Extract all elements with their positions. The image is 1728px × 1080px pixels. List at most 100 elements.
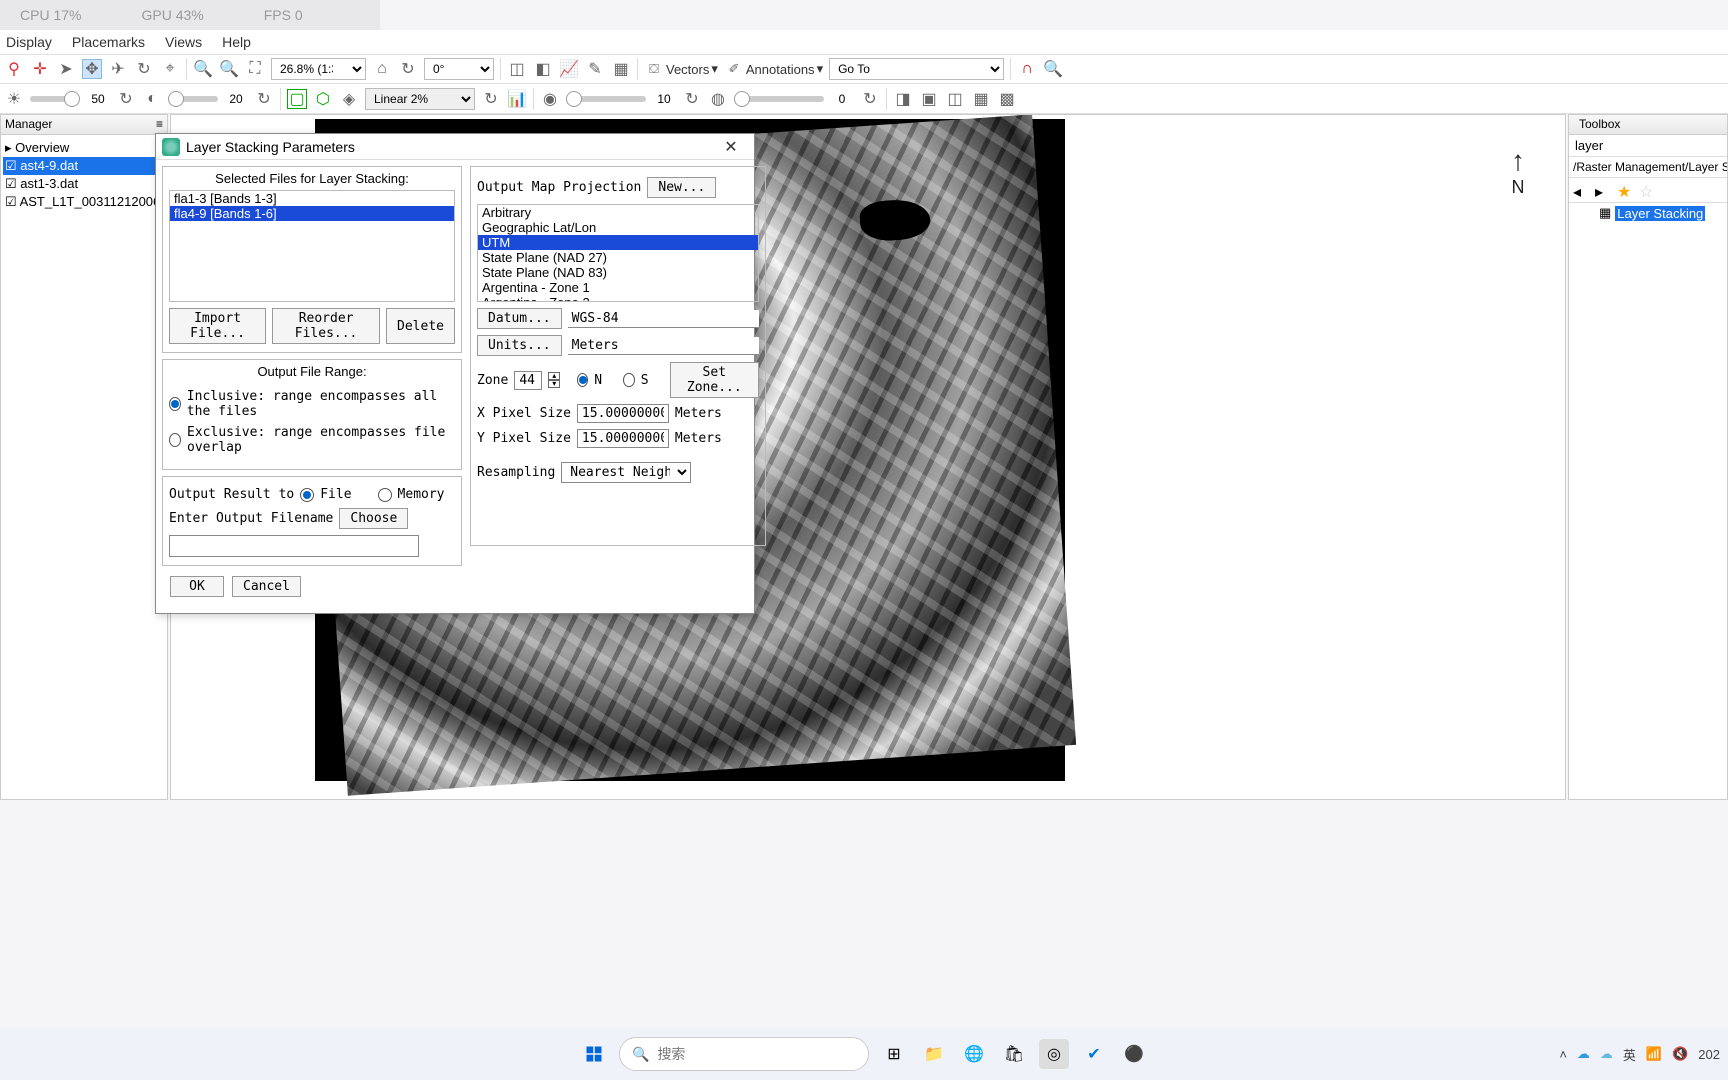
zoom-combo[interactable]: 26.8% (1:3.7… [271, 58, 366, 80]
ime-indicator[interactable]: 英 [1623, 1045, 1636, 1064]
pan-icon[interactable]: ✥ [82, 59, 102, 79]
fly-icon[interactable]: ✈ [108, 59, 128, 79]
search-icon[interactable]: 🔍 [1043, 59, 1063, 79]
south-radio[interactable] [623, 373, 634, 387]
units-button[interactable]: Units... [477, 335, 562, 356]
list-item[interactable]: Geographic Lat/Lon [478, 220, 758, 235]
new-projection-button[interactable]: New... [647, 177, 716, 198]
reset-icon-3[interactable]: ↻ [682, 89, 702, 109]
zoom-fit-icon[interactable]: ⛶ [245, 59, 265, 79]
dialog-titlebar[interactable]: Layer Stacking Parameters ✕ [156, 134, 754, 160]
tray-chevron-icon[interactable]: ˄ [1559, 1047, 1567, 1062]
onedrive-icon[interactable]: ☁ [1577, 1046, 1590, 1062]
list-item[interactable]: Argentina - Zone 1 [478, 280, 758, 295]
panel-menu-icon[interactable]: ≡ [156, 117, 163, 132]
view-icon-5[interactable]: ▩ [997, 89, 1017, 109]
zoom-out-icon[interactable]: 🔍 [219, 59, 239, 79]
explorer-icon[interactable]: 📁 [919, 1039, 949, 1069]
inclusive-radio[interactable] [169, 397, 181, 411]
home-icon[interactable]: ⌂ [372, 59, 392, 79]
list-item[interactable]: State Plane (NAD 27) [478, 250, 758, 265]
brightness-slider[interactable] [30, 96, 80, 102]
refresh-stretch-icon[interactable]: ↻ [481, 89, 501, 109]
zoom-select-icon[interactable]: ⌖ [160, 59, 180, 79]
x-pixel-input[interactable] [577, 404, 669, 423]
forward-icon[interactable]: ▸ [1595, 182, 1611, 198]
menu-display[interactable]: Display [6, 34, 52, 50]
roi-hex-icon[interactable]: ⬡ [313, 89, 333, 109]
reset-icon-2[interactable]: ↻ [254, 89, 274, 109]
toolbox-search-input[interactable] [1569, 135, 1727, 157]
datum-button[interactable]: Datum... [477, 308, 562, 329]
set-zone-button[interactable]: Set Zone... [670, 362, 759, 398]
task-view-icon[interactable]: ⊞ [879, 1039, 909, 1069]
annotations-dropdown[interactable]: ✐Annotations▾ [724, 59, 823, 79]
layer-tree[interactable]: ▸ Overview ☑ ast4-9.dat ☑ ast1-3.dat ☑ A… [1, 135, 167, 215]
menu-placemarks[interactable]: Placemarks [72, 34, 145, 50]
tree-item[interactable]: ☑ AST_L1T_0031121200605160 [3, 193, 165, 211]
contrast-slider[interactable] [168, 96, 218, 102]
selected-files-listbox[interactable]: fla1-3 [Bands 1-3] fla4-9 [Bands 1-6] [169, 190, 455, 302]
edge-icon[interactable]: 🌐 [959, 1039, 989, 1069]
tool-icon-2[interactable]: ◧ [533, 59, 553, 79]
obs-icon[interactable]: ⚫ [1119, 1039, 1149, 1069]
zone-input[interactable] [514, 371, 542, 390]
memory-radio[interactable] [378, 488, 392, 502]
roi-icon[interactable]: ▢ [287, 89, 307, 109]
y-pixel-input[interactable] [577, 429, 669, 448]
pin-icon[interactable]: ⚲ [4, 59, 24, 79]
view-icon-3[interactable]: ◫ [945, 89, 965, 109]
store-icon[interactable]: 🛍 [999, 1039, 1029, 1069]
view-icon-1[interactable]: ◨ [893, 89, 913, 109]
histogram-icon[interactable]: 📊 [507, 89, 527, 109]
resampling-select[interactable]: Nearest Neighbor [561, 462, 691, 483]
tree-item-selected[interactable]: ☑ ast4-9.dat [3, 157, 165, 175]
import-file-button[interactable]: Import File... [169, 308, 266, 344]
list-item[interactable]: Argentina - Zone 2 [478, 295, 758, 302]
view-icon-4[interactable]: ▦ [971, 89, 991, 109]
projection-listbox[interactable]: Arbitrary Geographic Lat/Lon UTM State P… [477, 204, 759, 302]
list-item[interactable]: State Plane (NAD 83) [478, 265, 758, 280]
record-icon[interactable]: ∩ [1017, 59, 1037, 79]
vectors-dropdown[interactable]: ⛋Vectors▾ [644, 59, 718, 79]
wifi-icon[interactable]: 📶 [1646, 1046, 1662, 1062]
menu-help[interactable]: Help [222, 34, 251, 50]
ok-button[interactable]: OK [170, 576, 224, 597]
exclusive-radio[interactable] [169, 433, 181, 447]
todo-icon[interactable]: ✔ [1079, 1039, 1109, 1069]
zoom-in-icon[interactable]: 🔍 [193, 59, 213, 79]
taskbar-search[interactable]: 🔍 搜索 [619, 1037, 869, 1071]
crosshair-icon[interactable]: ✛ [30, 59, 50, 79]
pointer-icon[interactable]: ➤ [56, 59, 76, 79]
favorite-empty-icon[interactable]: ☆ [1639, 182, 1655, 198]
reset-icon[interactable]: ↻ [116, 89, 136, 109]
list-item[interactable]: fla1-3 [Bands 1-3] [170, 191, 454, 206]
system-tray[interactable]: ˄ ☁ ☁ 英 📶 🔇 202 [1559, 1045, 1720, 1064]
tree-item[interactable]: ☑ ast1-3.dat [3, 175, 165, 193]
view-icon-2[interactable]: ▣ [919, 89, 939, 109]
list-item-selected[interactable]: fla4-9 [Bands 1-6] [170, 206, 454, 221]
refresh-icon[interactable]: ↻ [398, 59, 418, 79]
cloud-icon[interactable]: ☁ [1600, 1046, 1613, 1062]
windows-taskbar[interactable]: 🔍 搜索 ⊞ 📁 🌐 🛍 ◎ ✔ ⚫ ˄ ☁ ☁ 英 📶 🔇 202 [0, 1028, 1728, 1080]
file-radio[interactable] [300, 488, 314, 502]
favorite-icon[interactable]: ★ [1617, 182, 1633, 198]
tree-overview[interactable]: ▸ Overview [3, 139, 165, 157]
mask-icon[interactable]: ◈ [339, 89, 359, 109]
chart-icon[interactable]: 📈 [559, 59, 579, 79]
zone-spinner[interactable]: ▴▾ [548, 372, 560, 388]
goto-combo[interactable]: Go To [829, 58, 1004, 80]
reorder-files-button[interactable]: Reorder Files... [272, 308, 380, 344]
choose-button[interactable]: Choose [339, 508, 408, 529]
north-radio[interactable] [577, 373, 588, 387]
delete-button[interactable]: Delete [386, 308, 455, 344]
output-filename-input[interactable] [169, 535, 419, 557]
annotation-icon[interactable]: ✎ [585, 59, 605, 79]
list-item-selected[interactable]: UTM [478, 235, 758, 250]
rotation-combo[interactable]: 0° [424, 58, 494, 80]
list-item[interactable]: Arbitrary [478, 205, 758, 220]
rotate-icon[interactable]: ↻ [134, 59, 154, 79]
close-button[interactable]: ✕ [714, 137, 748, 157]
transparency-slider[interactable] [734, 96, 824, 102]
clock[interactable]: 202 [1698, 1047, 1720, 1062]
